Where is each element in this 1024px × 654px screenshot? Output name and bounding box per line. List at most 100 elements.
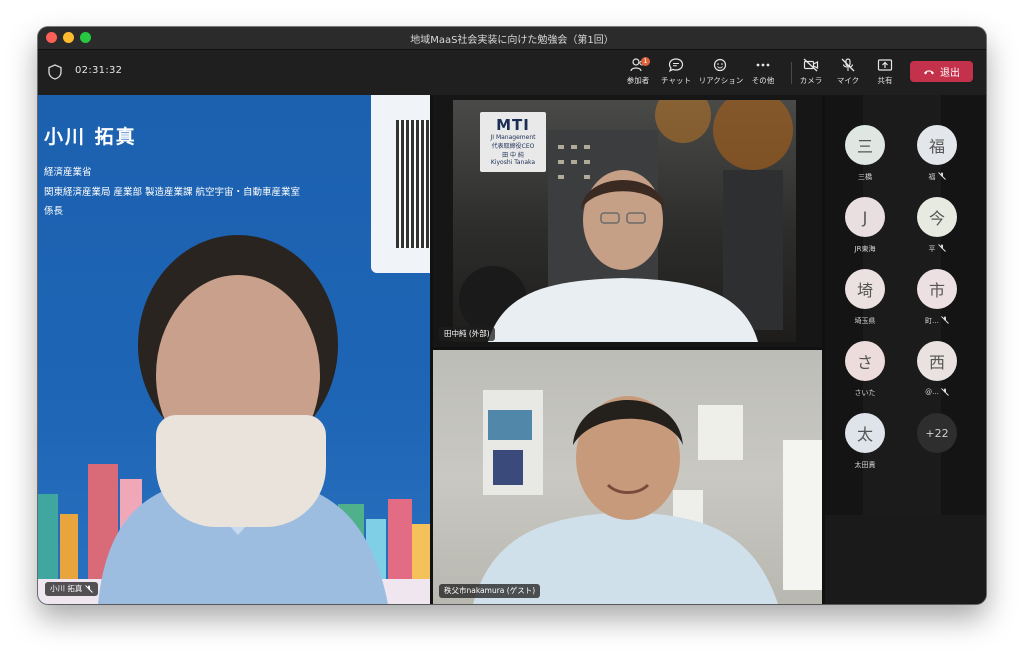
mic-off-icon [841,58,855,72]
gallery-self-view [825,515,986,604]
participant-gallery: 三三橋福福 J JR東海今平埼埼玉県市町... ささいた西 @... 太太田責 +22 [825,95,986,604]
close-window-button[interactable] [46,32,57,43]
mic-muted-icon [937,244,946,252]
participant-avatar: 今 [917,197,957,237]
qr-code-image [396,120,430,248]
share-button[interactable]: 共有 [864,56,906,90]
participant-name: 三橋 [858,173,872,181]
face-mask [156,415,326,527]
company-logo-overlay: MTI JI Management 代表取締役CEO 田 中 純 Kiyoshi… [480,112,546,172]
participant-label: JR東海 [830,244,900,254]
logo-line-3: 田 中 純 [502,152,524,159]
meeting-timer: 02:31:32 [75,65,123,76]
participant-label: 平 [902,244,972,254]
window-controls [46,32,91,43]
meeting-window: 地域MaaS社会実装に向けた勉強会（第1回） 02:31:32 1 参加者 チャ… [38,27,986,604]
camera-off-icon [803,58,819,72]
mic-muted-icon [940,316,949,324]
participant-tile[interactable]: 太太田責 [830,413,900,479]
more-button[interactable]: その他 [742,56,784,90]
logo-line-1: JI Management [490,134,536,141]
participant-name: 平 [928,245,936,253]
mic-muted-icon [940,388,949,396]
participant-avatar: さ [845,341,885,381]
participant-label: 埼玉県 [830,316,900,326]
participant-tile[interactable]: J JR東海 [830,197,900,263]
name-tag-main: 小川 拓真 [45,582,99,596]
mic-muted-icon [937,172,946,180]
participant-name: 太田責 [854,461,876,469]
participant-tile[interactable]: 埼埼玉県 [830,269,900,335]
reaction-button[interactable]: リアクション [697,56,745,90]
shield-icon[interactable] [48,64,62,80]
participants-count-badge: 1 [641,57,650,66]
participant-avatar: +22 [917,413,957,453]
camera-button[interactable]: カメラ [790,56,832,90]
participant-label: @... [902,388,972,396]
participant-avatar: J [845,197,885,237]
participant-avatar: 市 [917,269,957,309]
name-tag-nakamura: 秩父市nakamura (ゲスト) [439,584,541,598]
participant-tile[interactable]: 三三橋 [830,125,900,191]
participant-name: 町... [925,317,939,325]
office-background [473,390,822,604]
title-bar: 地域MaaS社会実装に向けた勉強会（第1回） [38,27,986,50]
phone-hangup-icon [924,69,934,74]
reaction-label: リアクション [698,76,744,85]
participant-name: 埼玉県 [854,317,876,325]
participant-label: さいた [830,388,900,398]
participants-label: 参加者 [626,76,650,85]
participant-label: 三橋 [830,172,900,182]
mic-muted-icon [85,585,94,593]
video-tile-tanaka[interactable]: MTI JI Management 代表取締役CEO 田 中 純 Kiyoshi… [433,95,822,347]
participant-avatar: 西 [917,341,957,381]
maximize-window-button[interactable] [80,32,91,43]
video-stage: 小川 拓真 経済産業省 関東経済産業局 産業部 製造産業課 航空宇宙・自動車産業… [38,95,986,604]
mic-button[interactable]: マイク [827,56,869,90]
virtual-bg-org: 経済産業省 [44,167,92,178]
participant-label: 町... [902,316,972,326]
logo-text: MTI [496,116,530,134]
name-tag-main-text: 小川 拓真 [50,584,83,593]
reaction-icon [713,58,727,72]
logo-line-4: Kiyoshi Tanaka [490,159,536,166]
chat-icon [668,58,684,72]
video-tile-nakamura[interactable]: 秩父市nakamura (ゲスト) [433,350,822,604]
share-icon [877,59,893,71]
more-icon [756,63,770,67]
participant-tile[interactable]: 市町... [902,269,972,335]
virtual-bg-name: 小川 拓真 [44,126,137,148]
participant-label: 太田責 [830,460,900,470]
participant-avatar: 太 [845,413,885,453]
participant-name: @... [925,388,939,396]
more-label: その他 [751,76,775,85]
virtual-bg-title: 係長 [44,206,64,217]
camera-label: カメラ [799,76,823,85]
participant-tile[interactable]: +22 [902,413,972,479]
participant-tile[interactable]: ささいた [830,341,900,407]
video-tile-main[interactable]: 小川 拓真 経済産業省 関東経済産業局 産業部 製造産業課 航空宇宙・自動車産業… [38,95,430,604]
participant-tile[interactable]: 福福 [902,125,972,191]
name-tag-nakamura-text: 秩父市nakamura (ゲスト) [444,586,536,595]
leave-button[interactable]: 退出 [910,61,973,82]
chat-label: チャット [661,76,691,85]
participant-tile[interactable]: 西 @... [902,341,972,407]
participant-avatar: 三 [845,125,885,165]
name-tag-tanaka-text: 田中純 (外部) [444,329,490,338]
participant-name: さいた [854,389,876,397]
share-label: 共有 [877,76,893,85]
mic-label: マイク [836,76,860,85]
participant-tile[interactable]: 今平 [902,197,972,263]
participants-button[interactable]: 1 参加者 [617,56,659,90]
leave-label: 退出 [940,68,960,79]
participant-name: JR東海 [854,245,876,253]
logo-line-2: 代表取締役CEO [491,143,535,150]
window-title: 地域MaaS社会実装に向けた勉強会（第1回） [410,34,614,46]
participant-avatar: 埼 [845,269,885,309]
virtual-bg-department: 関東経済産業局 産業部 製造産業課 航空宇宙・自動車産業室 [44,187,301,198]
minimize-window-button[interactable] [63,32,74,43]
chat-button[interactable]: チャット [655,56,697,90]
participant-name: 福 [928,173,936,181]
name-tag-tanaka: 田中純 (外部) [439,327,495,341]
meeting-toolbar: 02:31:32 1 参加者 チャット リアクション その他 カメラ マイク 共… [38,50,986,95]
